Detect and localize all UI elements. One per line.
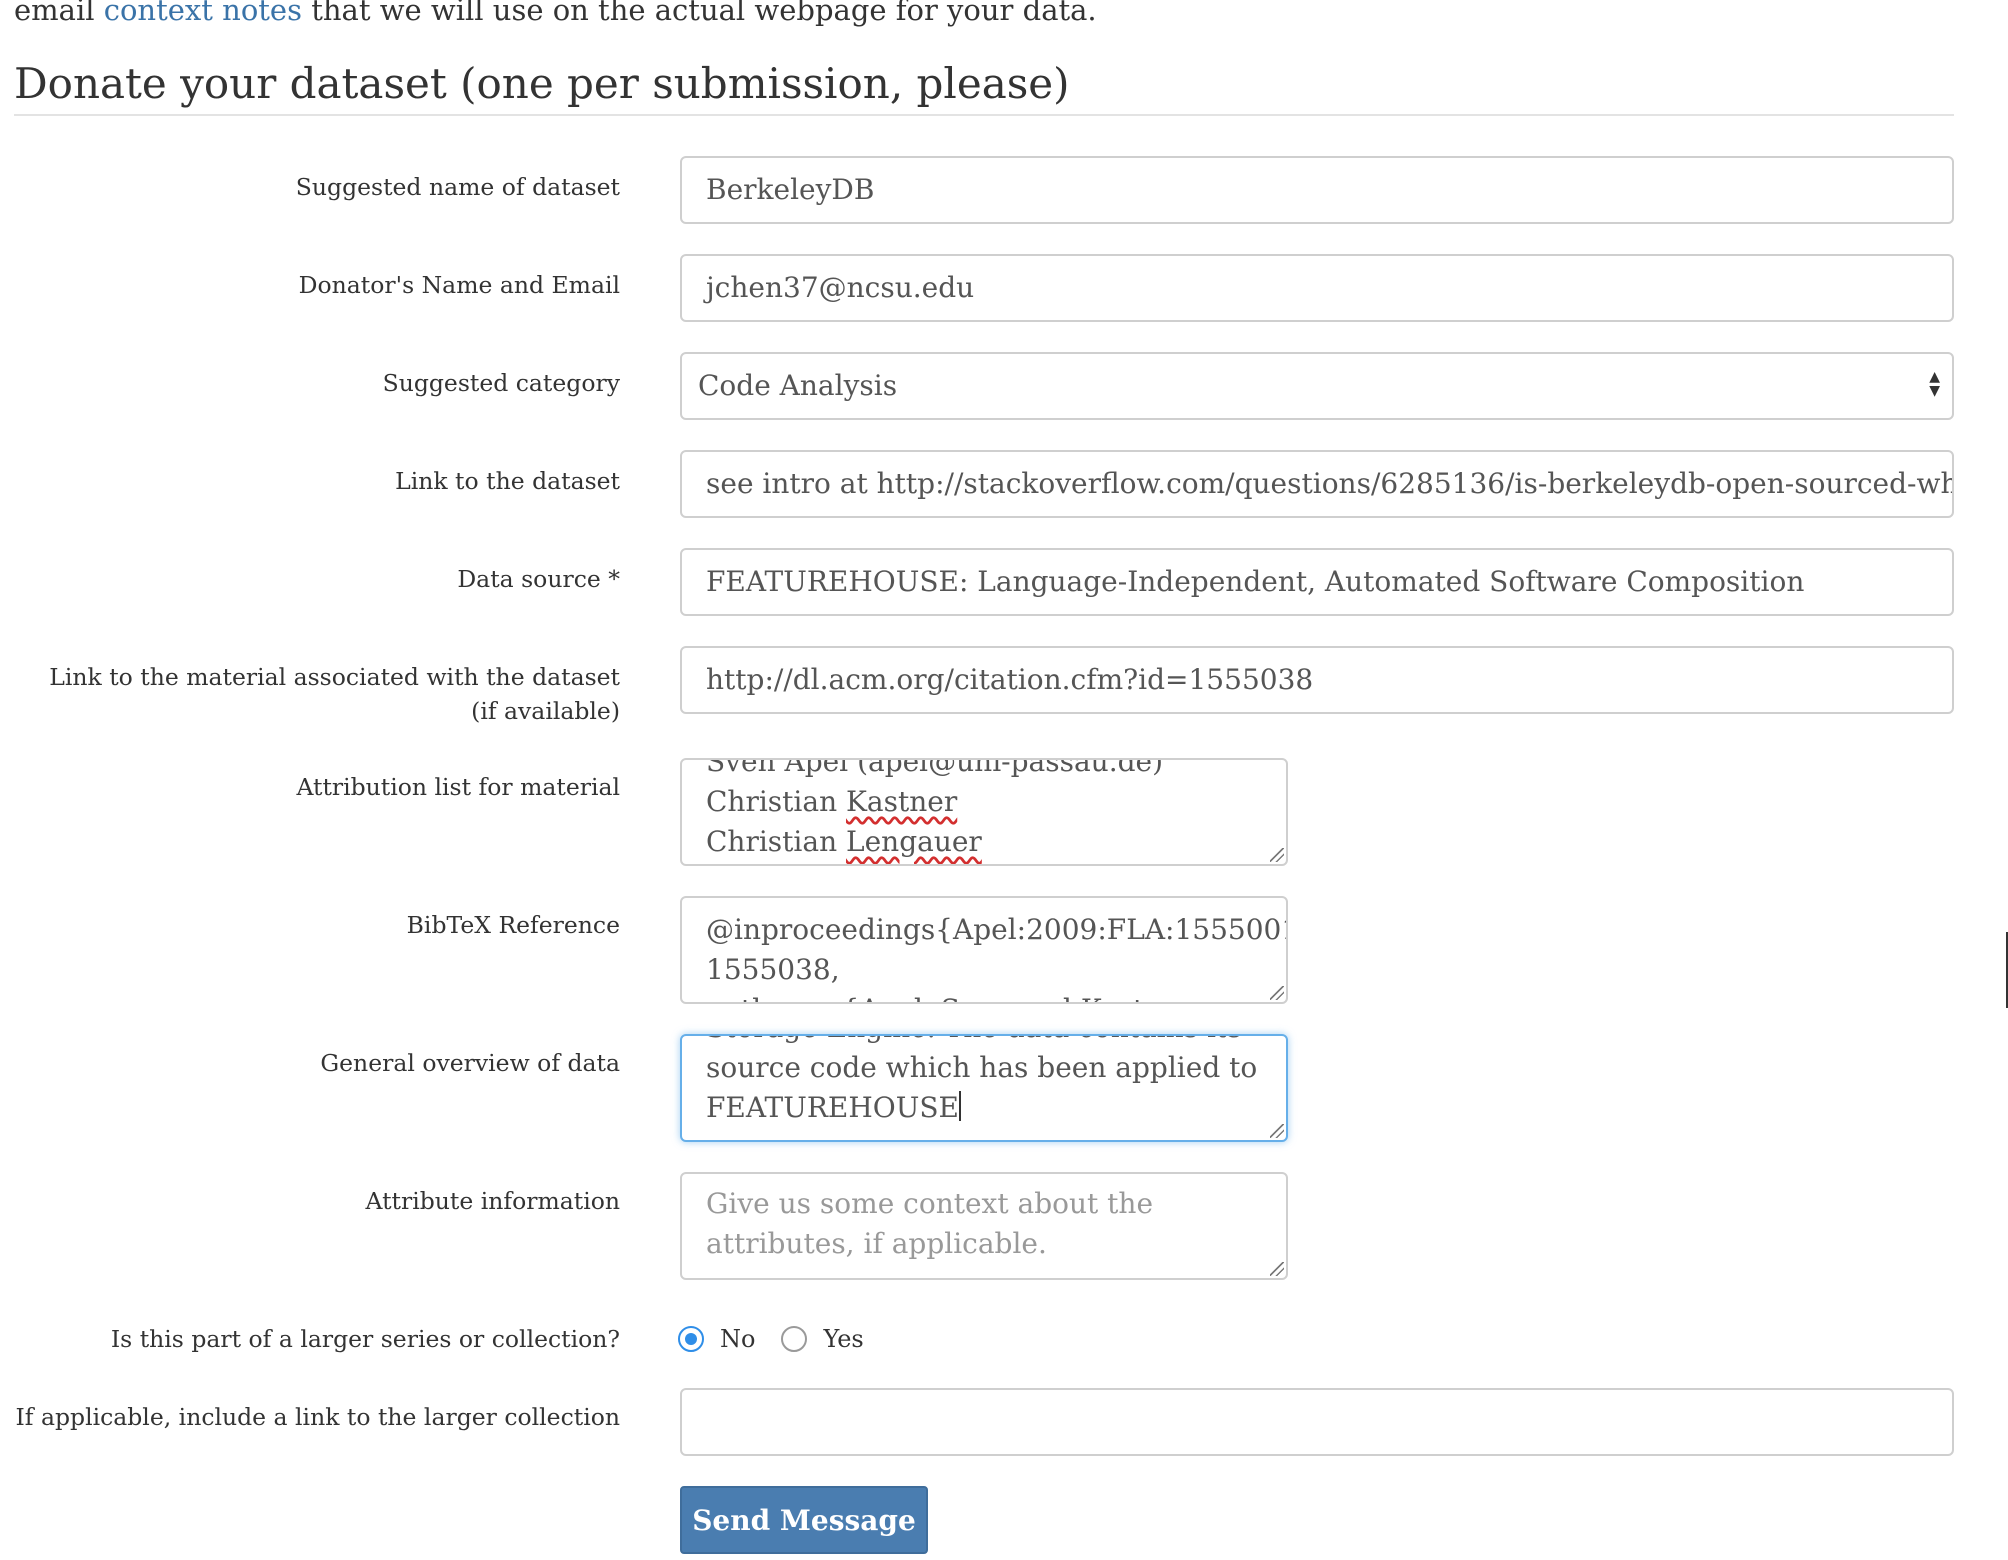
series-no-radio[interactable] [678, 1326, 704, 1352]
resize-grip-icon[interactable] [1270, 848, 1284, 862]
series-no-label[interactable]: No [720, 1322, 755, 1356]
data-source-label: Data source * [457, 565, 620, 593]
material-link-input[interactable]: http://dl.acm.org/citation.cfm?id=155503… [680, 646, 1954, 714]
text-cursor [958, 1091, 961, 1121]
attribution-textarea[interactable]: Sven Apel (apel@uni-passau.de) Christian… [680, 758, 1288, 866]
attribution-line: Christian Lengauer [706, 825, 982, 858]
attribution-label: Attribution list for material [296, 773, 620, 801]
intro-prefix: email [14, 0, 104, 27]
intro-text: email context notes that we will use on … [14, 0, 1097, 30]
dataset-name-input[interactable]: BerkeleyDB [680, 156, 1954, 224]
resize-grip-icon[interactable] [1270, 1262, 1284, 1276]
bibtex-line: @inproceedings{Apel:2009:FLA:1555001. [706, 913, 1288, 946]
material-link-label: Link to the material associated with the… [49, 663, 620, 725]
overview-textarea[interactable]: Storage Engine. The data contains its so… [680, 1034, 1288, 1142]
collection-link-input[interactable] [680, 1388, 1954, 1456]
bibtex-line: author = {Apel, Sven and Kastner, [706, 990, 1262, 1002]
overview-line: source code which has been applied to [706, 1051, 1258, 1084]
bibtex-label: BibTeX Reference [406, 911, 620, 939]
misspelled-word: Kastner [846, 785, 958, 818]
bibtex-line: 1555038, [706, 953, 840, 986]
category-label: Suggested category [382, 369, 620, 397]
select-arrows-icon: ▲ ▼ [1929, 369, 1940, 399]
intro-suffix: that we will use on the actual webpage f… [301, 0, 1097, 27]
page-title: Donate your dataset (one per submission,… [14, 59, 1070, 108]
dataset-link-label: Link to the dataset [395, 467, 620, 495]
data-source-input[interactable]: FEATUREHOUSE: Language-Independent, Auto… [680, 548, 1954, 616]
series-radio-group: No Yes [678, 1322, 890, 1356]
dataset-name-label: Suggested name of dataset [295, 173, 620, 201]
overview-label: General overview of data [320, 1049, 620, 1077]
category-select[interactable]: Code Analysis ▲ ▼ [680, 352, 1954, 420]
dataset-link-input[interactable]: see intro at http://stackoverflow.com/qu… [680, 450, 1954, 518]
series-yes-label[interactable]: Yes [823, 1322, 863, 1356]
category-selected-value: Code Analysis [698, 369, 898, 402]
attribute-info-label: Attribute information [365, 1187, 620, 1215]
resize-grip-icon[interactable] [1270, 1124, 1284, 1138]
bibtex-textarea[interactable]: @inproceedings{Apel:2009:FLA:1555001. 15… [680, 896, 1288, 1004]
donator-label: Donator's Name and Email [298, 271, 620, 299]
series-label: Is this part of a larger series or colle… [110, 1325, 620, 1353]
overview-line: FEATUREHOUSE [706, 1088, 1262, 1128]
misspelled-word: Lengauer [846, 825, 982, 858]
attribution-line: Sven Apel (apel@uni-passau.de) [706, 758, 1164, 778]
placeholder-line: attributes, if applicable. [706, 1227, 1047, 1260]
series-yes-radio[interactable] [781, 1326, 808, 1352]
collection-link-label: If applicable, include a link to the lar… [15, 1403, 620, 1431]
attribute-info-textarea[interactable]: Give us some context about the attribute… [680, 1172, 1288, 1280]
heading-divider [14, 114, 1954, 116]
send-message-button[interactable]: Send Message [680, 1486, 928, 1554]
donator-email-input[interactable]: jchen37@ncsu.edu [680, 254, 1954, 322]
overview-line-text: FEATUREHOUSE [706, 1091, 959, 1124]
overview-line: Storage Engine. The data contains its [706, 1036, 1262, 1048]
context-notes-link[interactable]: context notes [104, 0, 302, 27]
attribution-line: Christian Kastner [706, 785, 958, 818]
resize-grip-icon[interactable] [1270, 986, 1284, 1000]
placeholder-line: Give us some context about the [706, 1187, 1154, 1220]
